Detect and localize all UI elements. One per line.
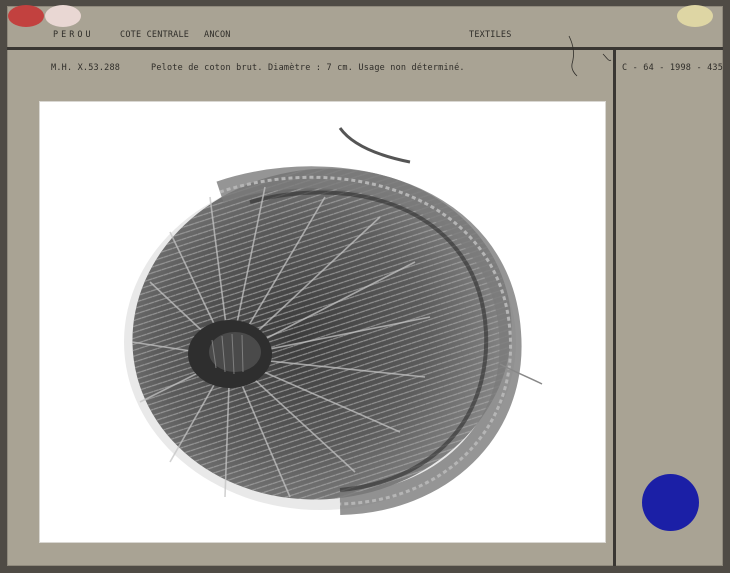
category-label: TEXTILES	[469, 30, 512, 40]
yellow-color-dot	[677, 5, 713, 27]
cotton-ball-image	[124, 127, 543, 515]
pen-mark	[568, 35, 612, 77]
blue-color-dot	[642, 474, 699, 531]
catalog-card: PEROU COTE CENTRALE ANCON TEXTILES M.H. …	[7, 5, 724, 566]
country-label: PEROU	[53, 30, 94, 40]
pink-color-dot	[45, 5, 81, 27]
photo-reference: C - 64 - 1998 - 435	[622, 63, 724, 73]
object-description: Pelote de coton brut. Diamètre : 7 cm. U…	[151, 63, 465, 73]
region-label: COTE CENTRALE	[120, 30, 190, 40]
object-photograph	[40, 102, 605, 542]
site-label: ANCON	[204, 30, 231, 40]
margin-divider	[613, 50, 616, 566]
red-color-dot	[8, 5, 44, 27]
inventory-number: M.H. X.53.288	[51, 63, 121, 73]
